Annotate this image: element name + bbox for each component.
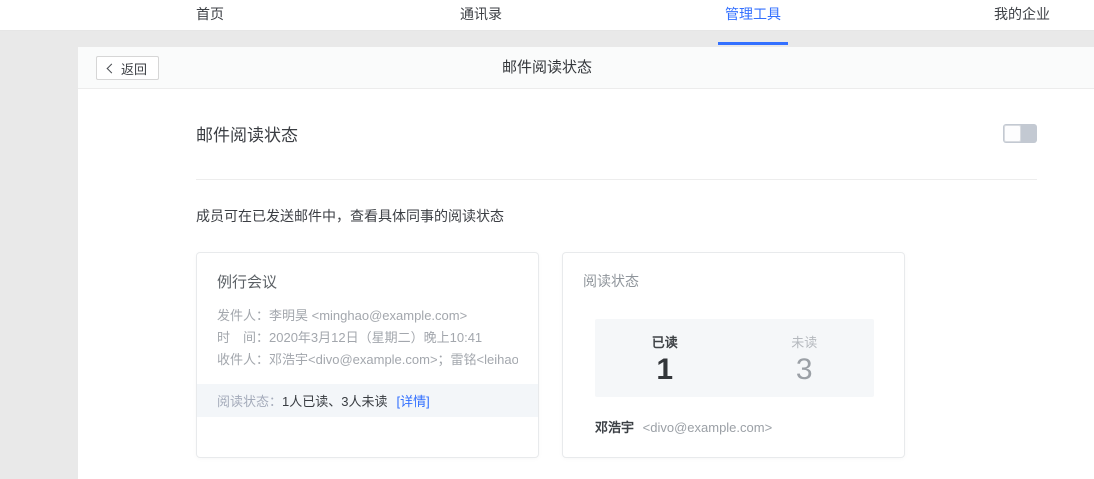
mail-field-recipients: 收件人：邓浩宇<divo@example.com>；雷铭<leihao@e...: [217, 349, 518, 371]
page-title: 邮件阅读状态: [502, 47, 592, 89]
preview-cards: 例行会议 发件人：李明昊 <minghao@example.com> 时 间：2…: [196, 252, 1037, 458]
read-status-card: 阅读状态 已读 1 未读 3 邓浩宇 <divo@example.com>: [562, 252, 905, 458]
mail-field-sender: 发件人：李明昊 <minghao@example.com>: [217, 305, 518, 327]
toggle-knob: [1004, 125, 1021, 142]
details-link[interactable]: [详情]: [396, 391, 429, 410]
back-button-label: 返回: [121, 59, 147, 78]
stat-unread-label: 未读: [735, 332, 875, 351]
main-panel: 返回 邮件阅读状态 邮件阅读状态 成员可在已发送邮件中，查看具体同事的阅读状态 …: [78, 47, 1094, 479]
stat-unread: 未读 3: [735, 319, 875, 397]
stat-read: 已读 1: [595, 319, 735, 397]
stat-unread-count: 3: [735, 354, 875, 386]
page-content: 邮件阅读状态 成员可在已发送邮件中，查看具体同事的阅读状态 例行会议 发件人：李…: [78, 121, 1094, 458]
reader-entry: 邓浩宇 <divo@example.com>: [595, 417, 874, 436]
mail-field-label: 收件人：: [217, 352, 269, 367]
nav-tab-my-company[interactable]: 我的企业: [994, 5, 1050, 23]
stats-panel: 已读 1 未读 3: [595, 319, 874, 397]
stat-read-count: 1: [595, 354, 735, 386]
status-card-title: 阅读状态: [583, 271, 884, 291]
nav-tab-home[interactable]: 首页: [196, 5, 224, 23]
top-nav: 首页 通讯录 管理工具 我的企业: [0, 0, 1094, 31]
mail-field-value: 邓浩宇<divo@example.com>；雷铭<leihao@e...: [269, 352, 518, 367]
mail-field-label: 发件人：: [217, 308, 269, 323]
mail-field-time: 时 间：2020年3月12日（星期二）晚上10:41: [217, 327, 518, 349]
read-status-label: 阅读状态：: [217, 391, 282, 410]
mail-field-value: 2020年3月12日（星期二）晚上10:41: [269, 330, 482, 345]
setting-description: 成员可在已发送邮件中，查看具体同事的阅读状态: [196, 206, 1037, 226]
nav-tab-admin-tools[interactable]: 管理工具: [725, 5, 781, 23]
divider: [196, 179, 1037, 180]
reader-name: 邓浩宇: [595, 420, 634, 435]
mail-field-value: 李明昊 <minghao@example.com>: [269, 308, 467, 323]
chevron-left-icon: [107, 64, 117, 74]
reader-email: <divo@example.com>: [643, 420, 773, 435]
read-status-toggle[interactable]: [1003, 124, 1037, 143]
stat-read-label: 已读: [595, 332, 735, 351]
setting-title: 邮件阅读状态: [196, 121, 298, 146]
setting-row: 邮件阅读状态: [196, 121, 1037, 146]
mail-fields: 发件人：李明昊 <minghao@example.com> 时 间：2020年3…: [197, 305, 538, 371]
page-header: 返回 邮件阅读状态: [78, 47, 1094, 89]
nav-tab-contacts[interactable]: 通讯录: [460, 5, 502, 23]
back-button[interactable]: 返回: [96, 56, 159, 80]
mail-subject: 例行会议: [197, 271, 538, 292]
mail-field-label: 时 间：: [217, 330, 269, 345]
mail-preview-card: 例行会议 发件人：李明昊 <minghao@example.com> 时 间：2…: [196, 252, 539, 458]
mail-read-status-row: 阅读状态： 1人已读、3人未读 [详情]: [197, 384, 538, 417]
read-status-value: 1人已读、3人未读: [282, 391, 387, 410]
